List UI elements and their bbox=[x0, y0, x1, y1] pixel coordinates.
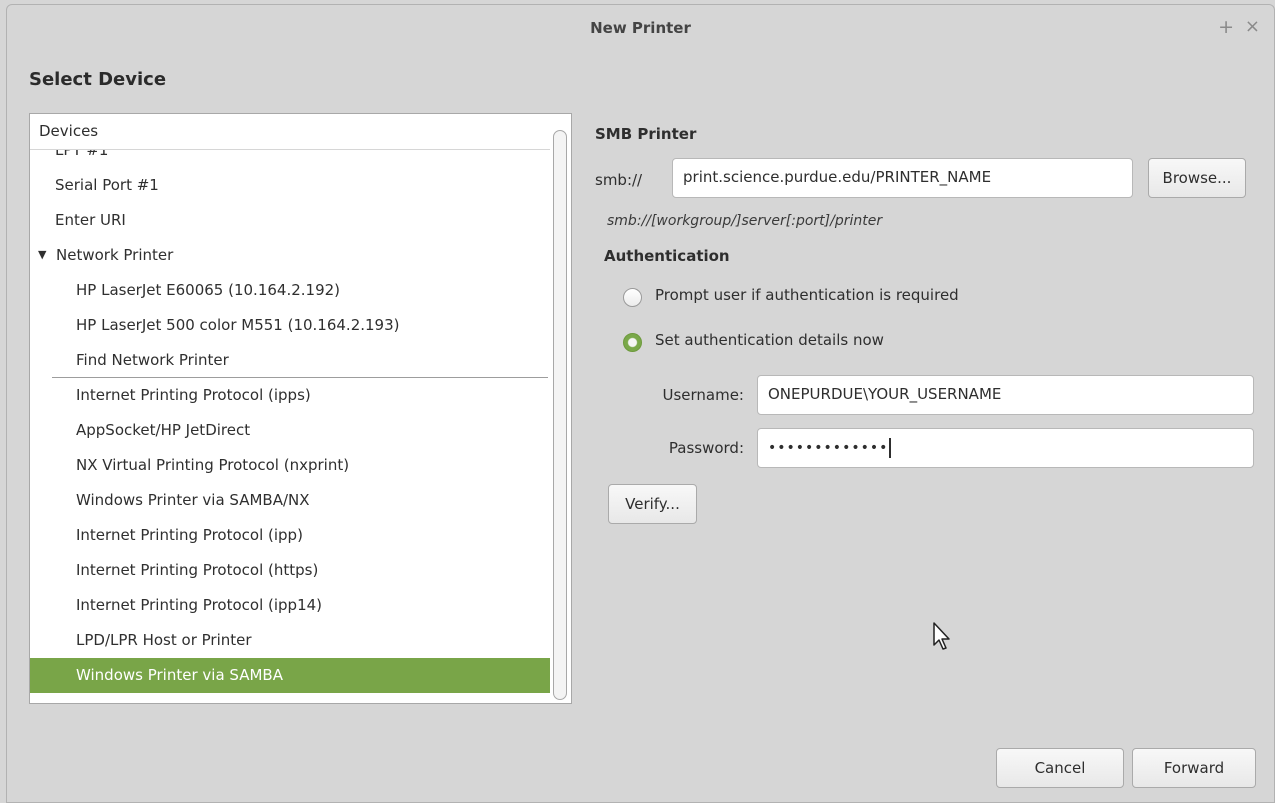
mouse-pointer-icon bbox=[933, 622, 950, 650]
device-item-find-network-printer[interactable]: Find Network Printer bbox=[52, 343, 548, 378]
device-item-lpd-lpr[interactable]: LPD/LPR Host or Printer bbox=[30, 623, 550, 658]
radio-on-icon[interactable] bbox=[623, 333, 642, 352]
new-printer-dialog: New Printer + × Select Device Devices LP… bbox=[6, 4, 1275, 803]
device-item-ipps[interactable]: Internet Printing Protocol (ipps) bbox=[30, 378, 550, 413]
forward-button[interactable]: Forward bbox=[1132, 748, 1256, 788]
device-item-appsocket[interactable]: AppSocket/HP JetDirect bbox=[30, 413, 550, 448]
devices-column-header[interactable]: Devices bbox=[30, 114, 550, 150]
device-item-samba-nx[interactable]: Windows Printer via SAMBA/NX bbox=[30, 483, 550, 518]
device-list: LPT #1 Serial Port #1 Enter URI ▼ Networ… bbox=[30, 146, 550, 693]
device-item-ipp14[interactable]: Internet Printing Protocol (ipp14) bbox=[30, 588, 550, 623]
device-item-serial-port[interactable]: Serial Port #1 bbox=[30, 168, 550, 203]
device-item-network-printer[interactable]: ▼ Network Printer bbox=[30, 238, 550, 273]
smb-printer-title: SMB Printer bbox=[595, 125, 697, 143]
prompt-auth-label: Prompt user if authentication is require… bbox=[655, 286, 959, 304]
device-item-hp-m551[interactable]: HP LaserJet 500 color M551 (10.164.2.193… bbox=[30, 308, 550, 343]
device-list-scrollbar[interactable] bbox=[553, 130, 567, 700]
browse-button[interactable]: Browse... bbox=[1148, 158, 1246, 198]
device-list-panel: Devices LPT #1 Serial Port #1 Enter URI … bbox=[29, 113, 572, 704]
device-item-enter-uri[interactable]: Enter URI bbox=[30, 203, 550, 238]
smb-uri-input[interactable]: print.science.purdue.edu/PRINTER_NAME bbox=[672, 158, 1133, 198]
authentication-title: Authentication bbox=[604, 247, 730, 265]
smb-prefix-label: smb:// bbox=[595, 171, 643, 189]
expanded-triangle-icon[interactable]: ▼ bbox=[38, 238, 46, 272]
verify-button[interactable]: Verify... bbox=[608, 484, 697, 524]
username-label: Username: bbox=[662, 386, 744, 404]
smb-uri-hint: smb://[workgroup/]server[:port]/printer bbox=[607, 213, 883, 229]
password-label: Password: bbox=[668, 439, 744, 457]
cancel-button[interactable]: Cancel bbox=[996, 748, 1124, 788]
smb-settings-pane: SMB Printer smb:// print.science.purdue.… bbox=[579, 113, 1275, 713]
device-item-label: Network Printer bbox=[56, 246, 174, 264]
text-caret bbox=[889, 438, 892, 458]
device-item-hp-e60065[interactable]: HP LaserJet E60065 (10.164.2.192) bbox=[30, 273, 550, 308]
prompt-auth-radio[interactable]: Prompt user if authentication is require… bbox=[623, 286, 1023, 310]
set-auth-radio[interactable]: Set authentication details now bbox=[623, 331, 1023, 355]
device-item-ipp[interactable]: Internet Printing Protocol (ipp) bbox=[30, 518, 550, 553]
device-item-samba-selected[interactable]: Windows Printer via SAMBA bbox=[30, 658, 550, 693]
page-title: Select Device bbox=[29, 69, 167, 90]
maximize-icon[interactable]: + bbox=[1218, 17, 1234, 37]
password-field[interactable]: ••••••••••••• bbox=[757, 428, 1254, 468]
close-icon[interactable]: × bbox=[1245, 17, 1260, 37]
device-item-nxprint[interactable]: NX Virtual Printing Protocol (nxprint) bbox=[30, 448, 550, 483]
set-auth-label: Set authentication details now bbox=[655, 331, 884, 349]
device-item-https[interactable]: Internet Printing Protocol (https) bbox=[30, 553, 550, 588]
window-title: New Printer bbox=[590, 19, 691, 37]
titlebar[interactable]: New Printer + × bbox=[7, 5, 1274, 53]
radio-off-icon[interactable] bbox=[623, 288, 642, 307]
username-field[interactable]: ONEPURDUE\YOUR_USERNAME bbox=[757, 375, 1254, 415]
password-mask: ••••••••••••• bbox=[768, 440, 889, 456]
